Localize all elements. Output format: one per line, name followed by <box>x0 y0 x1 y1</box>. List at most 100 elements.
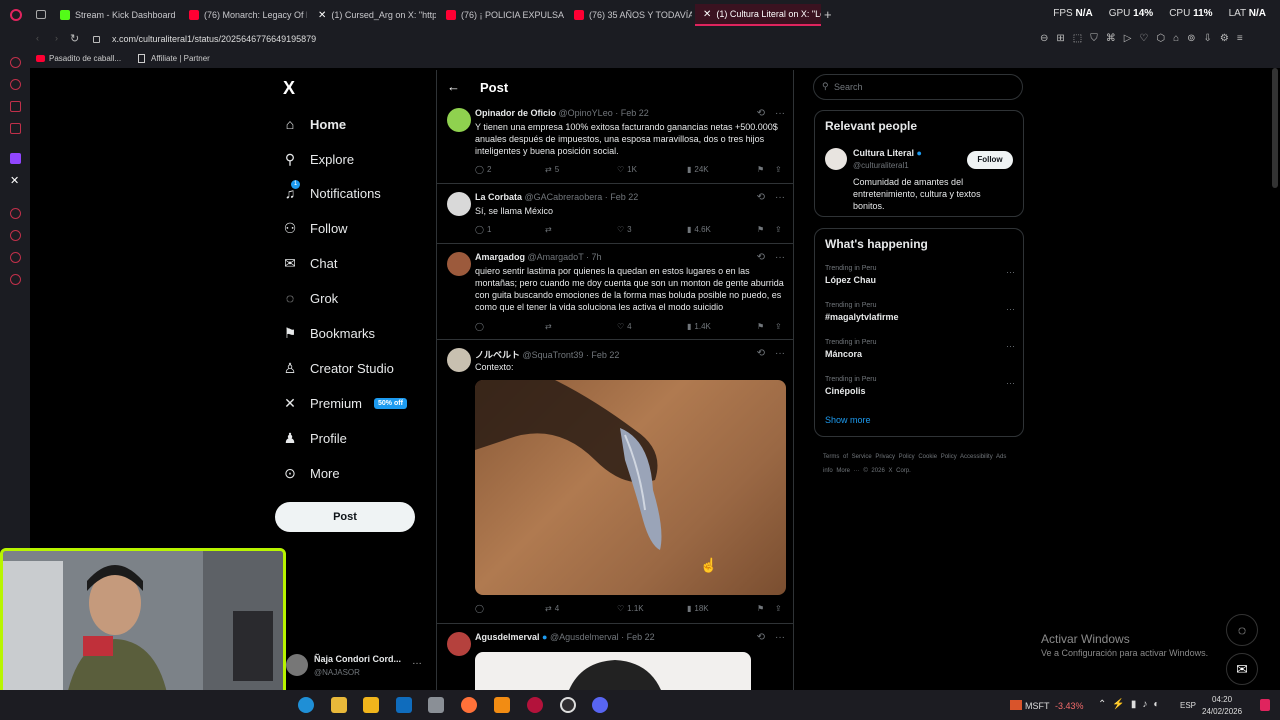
opera-gx-icon[interactable] <box>527 697 543 713</box>
avatar[interactable] <box>825 148 847 170</box>
nav-notifications[interactable]: ♫ 1 Notifications <box>282 180 381 205</box>
reply-button[interactable]: ◯ 1 <box>475 225 491 234</box>
nav-more[interactable]: ⊙ More <box>282 461 340 485</box>
messages-float-button[interactable]: ✉ <box>1226 653 1258 685</box>
tweet-media-image[interactable] <box>475 380 786 595</box>
forward-icon[interactable]: › <box>55 33 58 43</box>
share-button[interactable]: ⇪ <box>775 322 782 331</box>
share-button[interactable]: ⇪ <box>775 165 782 174</box>
store-icon[interactable] <box>363 697 379 713</box>
notification-center-icon[interactable] <box>1260 699 1270 711</box>
back-arrow-icon[interactable]: ← <box>447 79 460 94</box>
clock-time[interactable]: 04:20 <box>1212 695 1232 704</box>
firefox-icon[interactable] <box>461 697 477 713</box>
tab-monarch[interactable]: (76) Monarch: Legacy Of M <box>181 4 307 26</box>
nav-home[interactable]: ⌂ Home <box>282 112 346 136</box>
like-button[interactable]: ♡ 1K <box>617 165 637 174</box>
sidebar-app-icon[interactable] <box>10 252 21 263</box>
settings-icon[interactable] <box>10 274 21 285</box>
retweet-button[interactable]: ⇄ 4 <box>545 604 559 613</box>
nav-chat[interactable]: ✉ Chat <box>282 251 337 275</box>
tweet[interactable]: La Corbata @GACabreraobera · Feb 22 ⟲ ···… <box>437 184 793 244</box>
obs-icon[interactable] <box>560 697 576 713</box>
folder-icon[interactable] <box>331 697 347 713</box>
tab-cursed-arg[interactable]: ✕ (1) Cursed_Arg on X: "http <box>310 4 436 26</box>
grok-icon[interactable]: ⟲ <box>757 192 765 203</box>
bookmark-button[interactable]: ⚑ <box>757 322 764 331</box>
grok-icon[interactable]: ⟲ <box>757 252 765 263</box>
views-button[interactable]: ▮ 4.6K <box>687 225 711 234</box>
tweet-menu[interactable]: ⟲ ··· <box>757 108 785 119</box>
bookmark-button[interactable]: ⚑ <box>757 225 764 234</box>
scrollbar[interactable] <box>1272 68 1278 188</box>
account-switcher[interactable]: Ñaja Condori Cord... @NAJASOR … <box>286 650 426 682</box>
twitch-icon[interactable] <box>10 153 21 164</box>
reload-icon[interactable]: ↻ <box>70 32 79 45</box>
trend-item[interactable]: Trending in Peru #magalytvlafirme ··· <box>825 302 1015 322</box>
workspaces-icon[interactable] <box>36 10 46 19</box>
grok-icon[interactable]: ⟲ <box>757 108 765 119</box>
reply-button[interactable]: ◯ <box>475 604 487 613</box>
retweet-button[interactable]: ⇄ <box>545 322 555 331</box>
more-icon[interactable]: ··· <box>1006 267 1015 277</box>
tweet-menu[interactable]: ⟲ ··· <box>757 252 785 263</box>
address-bar-icons[interactable]: ⊖⊞⬚⛉⌘▷♡⬡⌂⊚⇩⚙≡ <box>1040 33 1251 44</box>
like-button[interactable]: ♡ 1.1K <box>617 604 644 613</box>
views-button[interactable]: ▮ 1.4K <box>687 322 711 331</box>
avatar[interactable] <box>447 108 471 132</box>
stock-ticker[interactable]: MSFT <box>1025 701 1050 711</box>
x-sidebar-icon[interactable]: ✕ <box>10 174 19 187</box>
more-icon[interactable]: ··· <box>1006 341 1015 351</box>
bookmark-affiliate[interactable]: Affiliate | Partner <box>151 54 210 63</box>
sidebar-app-icon[interactable] <box>10 79 21 90</box>
views-button[interactable]: ▮ 24K <box>687 165 709 174</box>
trend-item[interactable]: Trending in Peru López Chau ··· <box>825 265 1015 285</box>
grok-icon[interactable]: ⟲ <box>757 632 765 643</box>
search-input[interactable]: ⚲ Search <box>813 74 1023 100</box>
views-button[interactable]: ▮ 18K <box>687 604 709 613</box>
grok-float-button[interactable]: ◌ <box>1226 614 1258 646</box>
vlc-icon[interactable] <box>494 697 510 713</box>
language-indicator[interactable]: ESP <box>1180 701 1196 710</box>
show-more-link[interactable]: Show more <box>825 415 871 425</box>
browser-logo-icon[interactable] <box>10 9 22 21</box>
bookmark-pasadito[interactable]: Pasadito de caball... <box>49 54 121 63</box>
more-icon[interactable]: ··· <box>775 252 785 263</box>
back-icon[interactable]: ‹ <box>36 33 39 43</box>
tray-icons[interactable]: ⌃⚡▮♪◐ <box>1098 699 1165 710</box>
more-icon[interactable]: ··· <box>775 632 785 643</box>
new-tab-button[interactable]: + <box>824 7 832 22</box>
avatar[interactable] <box>447 252 471 276</box>
avatar[interactable] <box>447 192 471 216</box>
bookmark-button[interactable]: ⚑ <box>757 604 764 613</box>
tab-policia[interactable]: (76) ¡ POLICIA EXPULSA A <box>438 4 564 26</box>
sidebar-app-icon[interactable] <box>10 57 21 68</box>
x-logo[interactable]: X <box>283 78 295 99</box>
like-button[interactable]: ♡ 4 <box>617 322 632 331</box>
nav-profile[interactable]: ♟ Profile <box>282 426 347 450</box>
sidebar-app-icon[interactable] <box>10 101 21 112</box>
tweet-media-image[interactable] <box>475 652 751 690</box>
tweet-menu[interactable]: ⟲ ··· <box>757 348 785 359</box>
more-icon[interactable]: ··· <box>775 192 785 203</box>
nav-grok[interactable]: ◌ Grok <box>282 286 338 310</box>
reply-button[interactable]: ◯ <box>475 322 487 331</box>
history-icon[interactable] <box>10 230 21 241</box>
person-name[interactable]: Cultura Literal ● <box>853 148 922 158</box>
outlook-icon[interactable] <box>396 697 412 713</box>
post-button[interactable]: Post <box>275 502 415 532</box>
account-more-icon[interactable]: … <box>412 656 422 667</box>
like-button[interactable]: ♡ 3 <box>617 225 632 234</box>
nav-creator-studio[interactable]: ♙ Creator Studio <box>282 356 394 380</box>
avatar[interactable] <box>447 632 471 656</box>
follow-button[interactable]: Follow <box>967 151 1013 169</box>
tweet[interactable]: Opinador de Oficio @OpinoYLeo · Feb 22 ⟲… <box>437 108 793 184</box>
tab-cultura-literal[interactable]: ✕ (1) Cultura Literal on X: "Lo <box>695 4 821 26</box>
tab-kick[interactable]: Stream - Kick Dashboard <box>52 4 178 26</box>
trend-item[interactable]: Trending in Peru Cinépolis ··· <box>825 376 1015 396</box>
tweet[interactable]: Amargadog @AmargadoT · 7h ⟲ ··· quiero se… <box>437 244 793 340</box>
share-button[interactable]: ⇪ <box>775 225 782 234</box>
sidebar-app-icon[interactable] <box>10 208 21 219</box>
nav-bookmarks[interactable]: ⚑ Bookmarks <box>282 321 375 345</box>
more-icon[interactable]: ··· <box>1006 378 1015 388</box>
